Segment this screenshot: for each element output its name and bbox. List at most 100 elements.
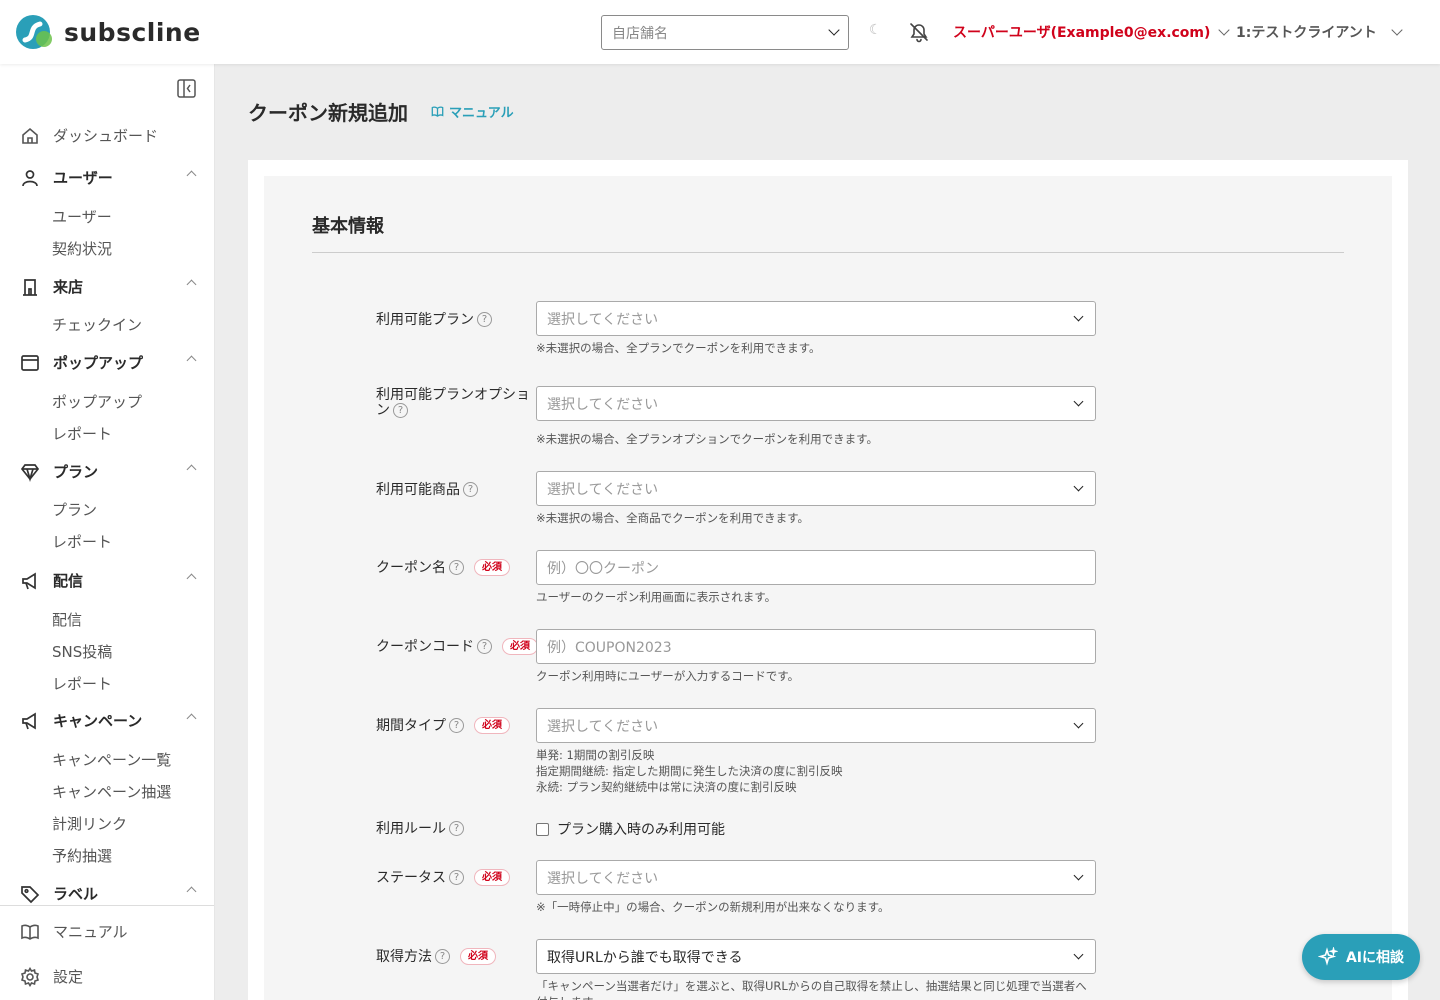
manual-link[interactable]: マニュアル [431, 102, 514, 121]
page-title: クーポン新規追加 [248, 101, 408, 125]
usage-rule-label-text: 利用ルール [376, 821, 446, 837]
bell-off-icon[interactable] [908, 21, 930, 43]
sidebar-item-dashboard[interactable]: ダッシュボード [20, 125, 195, 146]
chevron-down-icon [828, 24, 840, 36]
required-badge: 必須 [460, 947, 496, 965]
megaphone-icon [20, 571, 40, 591]
user-menu[interactable]: スーパーユーザ(Example0@ex.com) [953, 22, 1231, 42]
period-type-select-placeholder: 選択してください [547, 718, 659, 735]
sidebar-section-user[interactable]: ユーザー [20, 167, 197, 188]
sidebar: ダッシュボード ユーザー ユーザー 契約状況 来店 チェックイン ポップアップ … [0, 64, 215, 1000]
checkbox-label: プラン購入時のみ利用可能 [557, 822, 725, 838]
book-icon [20, 922, 40, 942]
coupon-name-placeholder: 例）〇〇クーポン [547, 560, 659, 577]
plan-option-select[interactable]: 選択してください [536, 386, 1096, 421]
coupon-name-input[interactable]: 例）〇〇クーポン [536, 550, 1096, 585]
help-icon[interactable]: ? [393, 403, 408, 418]
sidebar-item-label: ダッシュボード [53, 127, 159, 145]
required-badge: 必須 [474, 868, 510, 886]
sidebar-item-manual[interactable]: マニュアル [20, 921, 195, 942]
usage-rule-label: 利用ルール? [376, 818, 464, 838]
sidebar-item-delivery[interactable]: 配信 [52, 609, 82, 630]
plan-select[interactable]: 選択してください [536, 301, 1096, 336]
sidebar-item-popup[interactable]: ポップアップ [52, 391, 142, 412]
period-type-label: 期間タイプ? 必須 [376, 715, 510, 735]
home-icon [20, 126, 40, 146]
sidebar-item-delivery-report[interactable]: レポート [52, 673, 112, 694]
chevron-up-icon [186, 355, 197, 366]
sidebar-item-plan-report[interactable]: レポート [52, 531, 112, 552]
plan-label-text: 利用可能プラン [376, 312, 474, 328]
sidebar-item-popup-report[interactable]: レポート [52, 423, 112, 444]
plan-option-select-placeholder: 選択してください [547, 396, 659, 413]
chevron-up-icon [186, 573, 197, 584]
sidebar-item-users[interactable]: ユーザー [52, 206, 112, 227]
help-icon[interactable]: ? [435, 948, 450, 964]
client-menu[interactable]: 1:テストクライアント [1236, 22, 1403, 42]
sidebar-section-campaign[interactable]: キャンペーン [20, 710, 197, 731]
sidebar-section-plan[interactable]: プラン [20, 461, 197, 482]
status-label: ステータス? 必須 [376, 867, 510, 887]
acquisition-label-text: 取得方法 [376, 949, 432, 965]
building-icon [20, 277, 40, 297]
sidebar-section-delivery[interactable]: 配信 [20, 570, 197, 591]
sidebar-section-visit[interactable]: 来店 [20, 276, 197, 297]
sidebar-section-label: 来店 [53, 278, 84, 296]
chevron-up-icon [186, 170, 197, 181]
sidebar-section-label: ポップアップ [53, 354, 144, 372]
sidebar-item-contracts[interactable]: 契約状況 [52, 238, 112, 259]
window-icon [20, 353, 40, 373]
chevron-down-icon [1073, 949, 1084, 960]
user-icon [20, 168, 40, 188]
sidebar-section-popup[interactable]: ポップアップ [20, 352, 197, 373]
ai-consult-button[interactable]: AIに相談 [1302, 934, 1420, 980]
help-icon[interactable]: ? [463, 481, 478, 497]
chevron-down-icon [1073, 870, 1084, 881]
section-divider [312, 252, 1344, 253]
diamond-icon [20, 462, 40, 482]
sidebar-item-reservation-lottery[interactable]: 予約抽選 [52, 845, 112, 866]
status-select[interactable]: 選択してください [536, 860, 1096, 895]
checkbox[interactable] [536, 822, 549, 836]
help-icon[interactable]: ? [477, 638, 492, 654]
chevron-up-icon [186, 713, 197, 724]
product-select[interactable]: 選択してください [536, 471, 1096, 506]
product-label: 利用可能商品? [376, 479, 478, 499]
required-badge: 必須 [502, 637, 538, 655]
gear-icon [20, 966, 40, 987]
brand-name: subscline [64, 17, 201, 47]
period-type-select[interactable]: 選択してください [536, 708, 1096, 743]
sidebar-section-label-tag[interactable]: ラベル [20, 883, 197, 904]
sidebar-item-sns-post[interactable]: SNS投稿 [52, 641, 112, 662]
tag-icon [20, 884, 40, 904]
help-icon[interactable]: ? [449, 820, 464, 836]
brand-logo[interactable]: subscline [16, 15, 201, 49]
product-label-text: 利用可能商品 [376, 482, 460, 498]
status-label-text: ステータス [376, 870, 446, 886]
moon-icon[interactable]: ☾ [869, 22, 882, 38]
plan-option-label: 利用可能プランオプション? [376, 388, 536, 419]
sidebar-section-label: ラベル [53, 885, 99, 903]
coupon-name-hint: ユーザーのクーポン利用画面に表示されます。 [536, 590, 777, 604]
sidebar-section-label: キャンペーン [53, 712, 143, 730]
acquisition-select[interactable]: 取得URLから誰でも取得できる [536, 939, 1096, 974]
acquisition-label: 取得方法? 必須 [376, 946, 496, 966]
book-icon [431, 106, 444, 117]
sidebar-item-campaign-lottery[interactable]: キャンペーン抽選 [52, 781, 171, 802]
sidebar-collapse-icon[interactable] [177, 79, 196, 98]
sidebar-item-campaign-list[interactable]: キャンペーン一覧 [52, 749, 171, 770]
store-select[interactable]: 自店舗名 [601, 15, 849, 50]
period-type-hint-continuous: 指定期間継続: 指定した期間に発生した決済の度に割引反映 [536, 764, 843, 778]
sidebar-section-label: プラン [53, 463, 99, 481]
help-icon[interactable]: ? [449, 717, 464, 733]
help-icon[interactable]: ? [477, 311, 492, 327]
sidebar-item-plan[interactable]: プラン [52, 499, 97, 520]
sidebar-item-tracking-link[interactable]: 計測リンク [52, 813, 127, 834]
help-icon[interactable]: ? [449, 559, 464, 575]
coupon-code-input[interactable]: 例）COUPON2023 [536, 629, 1096, 664]
plan-purchase-only-checkbox[interactable]: プラン購入時のみ利用可能 [536, 819, 725, 839]
chevron-down-icon [1073, 481, 1084, 492]
help-icon[interactable]: ? [449, 869, 464, 885]
sidebar-item-settings[interactable]: 設定 [20, 966, 195, 987]
sidebar-item-checkin[interactable]: チェックイン [52, 314, 142, 335]
